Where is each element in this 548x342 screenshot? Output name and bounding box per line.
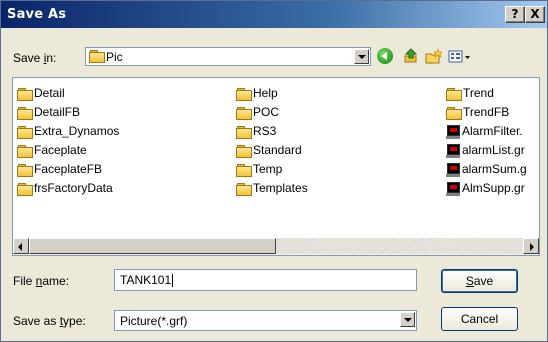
folder-icon xyxy=(236,87,252,101)
list-item[interactable]: FaceplateFB xyxy=(17,161,102,178)
list-item[interactable]: Faceplate xyxy=(17,142,87,159)
list-item[interactable]: TrendFB xyxy=(446,104,509,121)
file-name-value: TANK101 xyxy=(120,273,172,287)
list-item[interactable]: Help xyxy=(236,85,278,102)
folder-icon xyxy=(17,87,33,101)
list-item[interactable]: RS3 xyxy=(236,123,276,140)
list-item-label: Temp xyxy=(253,162,283,176)
list-item-label: Trend xyxy=(463,86,494,100)
graphic-file-icon xyxy=(446,162,461,177)
save-as-dialog: Save As ? X Save in: Pic Detail DetailFB E… xyxy=(0,0,548,342)
folder-icon xyxy=(17,125,33,139)
list-item-label: Detail xyxy=(34,86,65,100)
list-item-label: TrendFB xyxy=(463,105,510,119)
create-new-folder-icon[interactable] xyxy=(425,48,443,66)
list-item[interactable]: AlarmFilter. xyxy=(446,123,523,140)
list-item-label: Extra_Dynamos xyxy=(34,124,120,138)
folder-icon xyxy=(17,182,33,196)
list-item[interactable]: Detail xyxy=(17,85,65,102)
list-item-label: RS3 xyxy=(253,124,277,138)
list-item[interactable]: AlmSupp.gr xyxy=(446,180,525,197)
list-item[interactable]: Standard xyxy=(236,142,302,159)
scroll-left-button[interactable] xyxy=(13,238,29,254)
folder-icon xyxy=(17,144,33,158)
list-item-label: Help xyxy=(253,86,278,100)
list-item[interactable]: Trend xyxy=(446,85,494,102)
list-item[interactable]: frsFactoryData xyxy=(17,180,113,197)
folder-icon xyxy=(236,125,252,139)
list-item[interactable]: POC xyxy=(236,104,279,121)
file-name-input[interactable]: TANK101 xyxy=(114,269,417,291)
scroll-thumb[interactable] xyxy=(29,238,276,254)
save-as-type-value: Picture(*.grf) xyxy=(120,314,188,328)
list-item-label: Standard xyxy=(253,143,302,157)
file-list[interactable]: Detail DetailFB Extra_Dynamos Faceplate Face… xyxy=(12,77,540,256)
folder-icon xyxy=(236,144,252,158)
graphic-file-icon xyxy=(446,181,461,196)
save-in-dropdown-button[interactable] xyxy=(354,49,369,64)
folder-icon xyxy=(236,163,252,177)
list-item-label: POC xyxy=(253,105,280,119)
list-item[interactable]: alarmSum.g xyxy=(446,161,527,178)
save-button[interactable]: Save xyxy=(441,269,518,293)
folder-icon xyxy=(446,87,462,101)
save-in-value: Pic xyxy=(106,50,123,64)
list-item-label: AlarmFilter. xyxy=(462,124,523,138)
file-name-label: File name: xyxy=(13,274,70,288)
graphic-file-icon xyxy=(446,124,461,139)
list-item[interactable]: Templates xyxy=(236,180,308,197)
list-item-label: frsFactoryData xyxy=(34,181,113,195)
save-as-type-label: Save as type: xyxy=(13,314,86,328)
save-as-type-select[interactable]: Picture(*.grf) xyxy=(114,310,417,331)
back-icon[interactable] xyxy=(377,48,393,64)
list-item[interactable]: Extra_Dynamos xyxy=(17,123,119,140)
graphic-file-icon xyxy=(446,143,461,158)
folder-icon xyxy=(446,106,462,120)
view-menu-icon[interactable] xyxy=(448,48,472,66)
list-item-label: Faceplate xyxy=(34,143,87,157)
list-item-label: alarmList.gr xyxy=(462,143,525,157)
list-item-label: DetailFB xyxy=(34,105,81,119)
list-item[interactable]: DetailFB xyxy=(17,104,80,121)
scroll-track[interactable] xyxy=(276,238,523,254)
scroll-right-button[interactable] xyxy=(523,238,539,254)
list-item-label: FaceplateFB xyxy=(34,162,103,176)
cancel-button[interactable]: Cancel xyxy=(441,307,518,331)
folder-icon xyxy=(17,163,33,177)
close-button[interactable]: X xyxy=(525,6,545,23)
help-button[interactable]: ? xyxy=(505,6,525,23)
folder-icon xyxy=(236,106,252,120)
save-as-type-dropdown-button[interactable] xyxy=(400,312,415,327)
list-item-label: AlmSupp.gr xyxy=(462,181,525,195)
list-item[interactable]: alarmList.gr xyxy=(446,142,525,159)
folder-icon xyxy=(236,182,252,196)
title-bar[interactable]: Save As ? X xyxy=(1,1,547,28)
up-one-level-icon[interactable] xyxy=(402,48,420,66)
list-item-label: Templates xyxy=(253,181,308,195)
folder-icon xyxy=(89,50,105,63)
list-item-label: alarmSum.g xyxy=(462,162,527,176)
horizontal-scrollbar[interactable] xyxy=(13,238,539,255)
dialog-title: Save As xyxy=(7,7,67,22)
list-item[interactable]: Temp xyxy=(236,161,282,178)
folder-icon xyxy=(17,106,33,120)
save-in-combo[interactable]: Pic xyxy=(85,47,371,66)
save-in-label: Save in: xyxy=(13,51,57,65)
text-caret xyxy=(172,274,174,288)
